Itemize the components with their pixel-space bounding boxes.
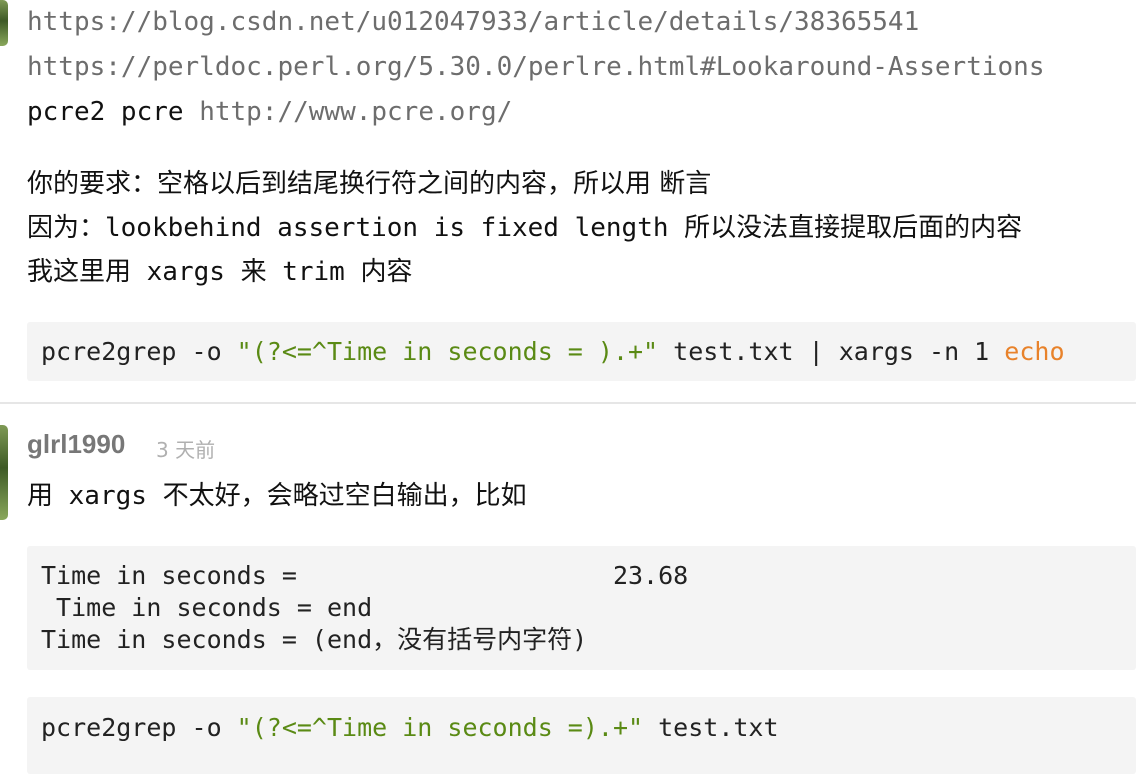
comment-code-pattern: "(?<=^Time in seconds =).+" [236,713,644,742]
comment-code-line: pcre2grep -o "(?<=^Time in seconds =).+"… [41,712,779,744]
sample-output-block: Time in seconds = 23.68 Time in seconds … [27,546,1136,670]
pcre-label: pcre2 pcre [27,97,200,127]
comment-code-rest: test.txt [643,713,779,742]
explanation-line-3: 我这里用 xargs 来 trim 内容 [27,257,413,287]
comment-time: 3 天前 [156,438,216,462]
code-block: pcre2grep -o "(?<=^Time in seconds = ).+… [27,322,1136,381]
comment-code-command: pcre2grep -o [41,713,237,742]
code-line: pcre2grep -o "(?<=^Time in seconds = ).+… [41,336,1065,368]
code-command: pcre2grep -o [41,337,237,366]
code-keyword: echo [1004,337,1065,366]
explanation-line-1: 你的要求：空格以后到结尾换行符之间的内容，所以用 断言 [27,169,712,199]
link-pcre[interactable]: http://www.pcre.org/ [199,97,512,127]
avatar[interactable] [0,0,8,46]
link-csdn[interactable]: https://blog.csdn.net/u012047933/article… [27,5,919,39]
sample-line-3: Time in seconds = (end，没有括号内字符) [41,625,588,654]
pcre-line: pcre2 pcre http://www.pcre.org/ [27,95,512,129]
code-rest: test.txt | xargs -n 1 [658,337,1005,366]
comment-author[interactable]: glrl1990 [27,429,125,460]
comment-code-block: pcre2grep -o "(?<=^Time in seconds =).+"… [27,697,1136,774]
comment-avatar[interactable] [0,425,8,520]
divider [0,402,1136,404]
link-perldoc[interactable]: https://perldoc.perl.org/5.30.0/perlre.h… [27,50,1044,84]
code-pattern: "(?<=^Time in seconds = ).+" [236,337,659,366]
explanation-line-2: 因为：lookbehind assertion is fixed length … [27,213,1023,243]
sample-line-1: Time in seconds = 23.68 [41,561,689,590]
comment-text: 用 xargs 不太好，会略过空白输出，比如 [27,481,527,511]
sample-line-2: Time in seconds = end [41,593,373,622]
